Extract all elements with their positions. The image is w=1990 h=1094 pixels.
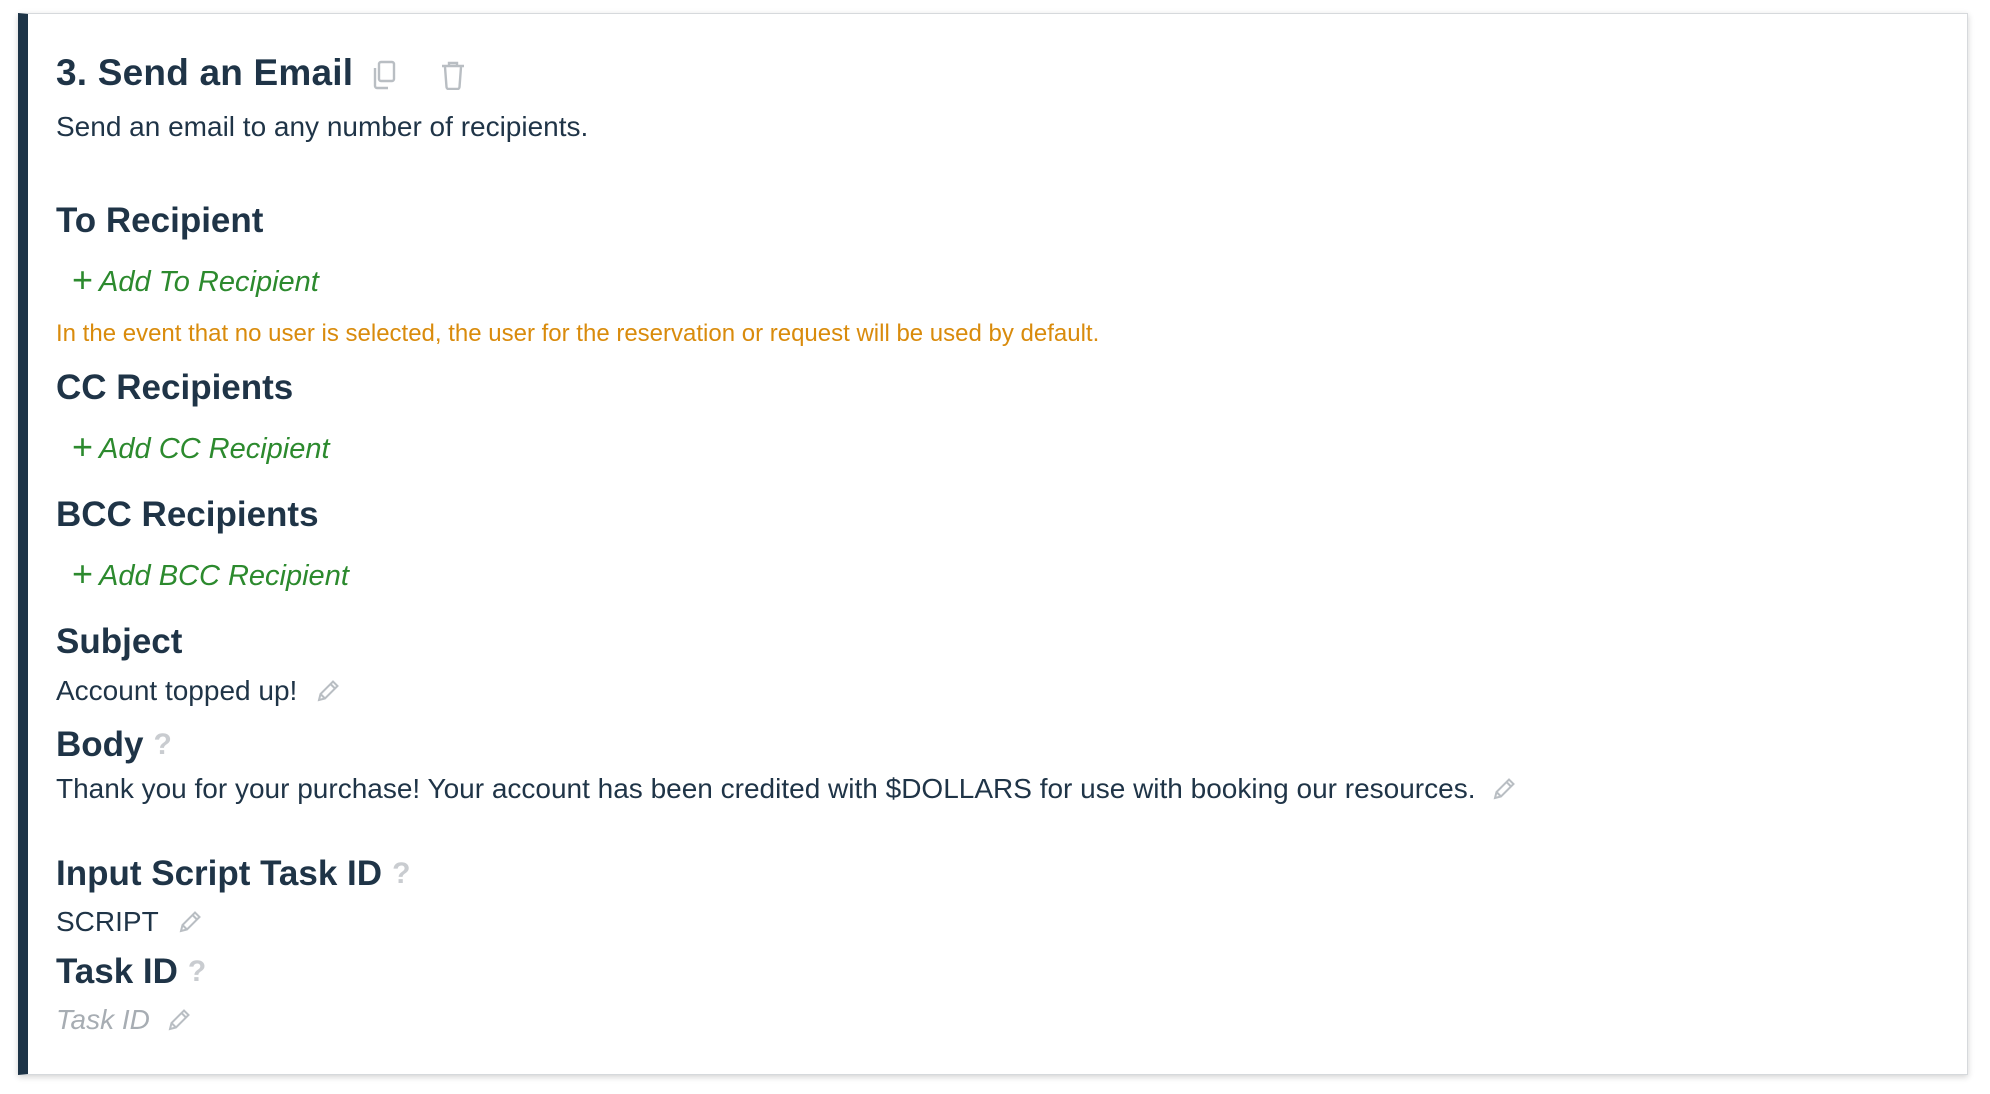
input-script-task-id-heading-row: Input Script Task ID ? (56, 854, 410, 894)
add-bcc-recipient-label: Add BCC Recipient (99, 559, 349, 592)
step-description: Send an email to any number of recipient… (56, 111, 589, 142)
email-step-content: 3. Send an Email Send an email to any nu… (28, 14, 1967, 1074)
help-icon[interactable]: ? (188, 955, 206, 989)
add-bcc-recipient-link[interactable]: + Add BCC Recipient (72, 553, 349, 594)
task-id-heading-row: Task ID ? (56, 952, 206, 992)
body-heading: Body (56, 725, 144, 764)
help-icon[interactable]: ? (392, 857, 410, 891)
plus-icon: + (72, 553, 94, 594)
pencil-icon[interactable] (177, 909, 203, 935)
add-cc-recipient-label: Add CC Recipient (99, 432, 330, 465)
bcc-recipients-heading: BCC Recipients (56, 495, 319, 534)
cc-recipients-heading: CC Recipients (56, 368, 294, 407)
subject-field: Account topped up! (56, 675, 341, 707)
subject-heading: Subject (56, 622, 183, 661)
task-id-heading: Task ID (56, 952, 178, 991)
pencil-icon[interactable] (315, 678, 341, 704)
add-to-recipient-label: Add To Recipient (99, 265, 319, 298)
subject-value: Account topped up! (56, 675, 298, 706)
body-field: Thank you for your purchase! Your accoun… (56, 773, 1517, 805)
email-step-card: 3. Send an Email Send an email to any nu… (18, 13, 1968, 1075)
help-icon[interactable]: ? (154, 728, 172, 762)
input-script-task-id-value: SCRIPT (56, 906, 159, 937)
input-script-task-id-field: SCRIPT (56, 906, 203, 938)
pencil-icon[interactable] (166, 1007, 192, 1033)
to-recipient-heading: To Recipient (56, 201, 264, 240)
step-title: 3. Send an Email (56, 52, 354, 93)
add-cc-recipient-link[interactable]: + Add CC Recipient (72, 426, 330, 467)
task-id-field: Task ID (56, 1004, 192, 1036)
input-script-task-id-heading: Input Script Task ID (56, 854, 383, 893)
task-id-placeholder: Task ID (56, 1004, 150, 1035)
trash-icon[interactable] (440, 60, 466, 90)
body-heading-row: Body ? (56, 725, 172, 765)
copy-icon[interactable] (371, 60, 397, 90)
body-value: Thank you for your purchase! Your accoun… (56, 773, 1476, 804)
pencil-icon[interactable] (1491, 776, 1517, 802)
plus-icon: + (72, 259, 94, 300)
add-to-recipient-link[interactable]: + Add To Recipient (72, 259, 319, 300)
to-recipient-default-note: In the event that no user is selected, t… (56, 320, 1100, 347)
plus-icon: + (72, 426, 94, 467)
